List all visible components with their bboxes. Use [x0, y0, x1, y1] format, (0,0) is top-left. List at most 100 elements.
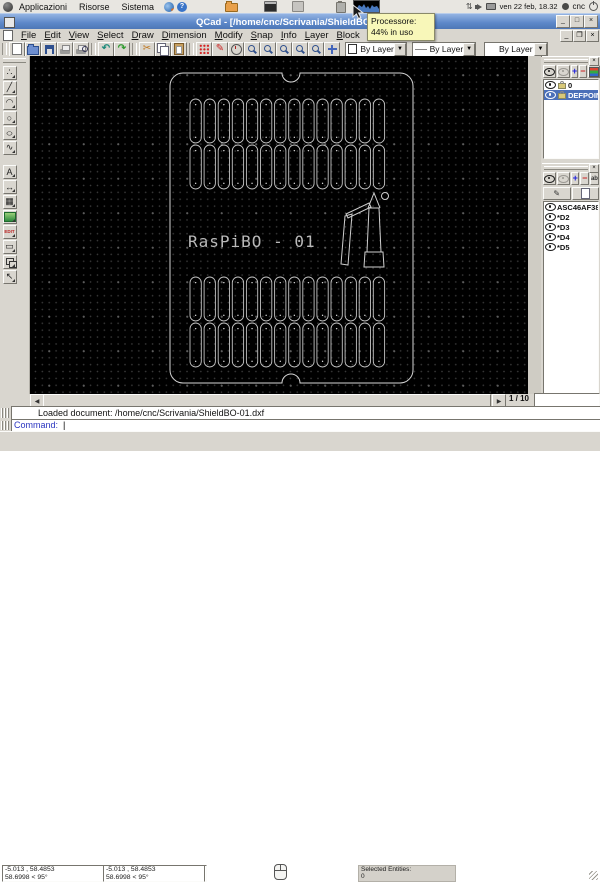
block-row-D4[interactable]: *D4	[544, 232, 598, 242]
block-row-D3[interactable]: *D3	[544, 222, 598, 232]
width-combo[interactable]: By Layer ▼	[412, 41, 476, 57]
block-row-D2[interactable]: *D2	[544, 212, 598, 222]
terminal-launcher-icon[interactable]	[264, 1, 278, 12]
draw-points-button[interactable]: ∴	[2, 65, 17, 80]
draw-splines-button[interactable]: ∿	[2, 140, 17, 155]
trash-icon[interactable]	[336, 0, 347, 13]
maximize-button[interactable]: □	[570, 15, 584, 28]
edit-block-button[interactable]: ✎	[543, 187, 571, 200]
eye-icon[interactable]	[545, 81, 556, 89]
distro-logo-icon[interactable]	[3, 1, 13, 12]
eye-icon[interactable]	[545, 213, 556, 221]
menu-info[interactable]: Info	[277, 30, 301, 41]
undo-button[interactable]: ↶	[98, 41, 114, 57]
add-block-button[interactable]: +	[571, 172, 580, 185]
close-icon[interactable]: ×	[589, 164, 599, 173]
rename-block-button[interactable]: ab	[589, 172, 599, 185]
dock-handle[interactable]	[1, 421, 9, 430]
chevron-down-icon[interactable]: ▼	[534, 42, 547, 56]
zoom-window-button[interactable]	[308, 41, 324, 57]
firefox-launcher-icon[interactable]	[164, 1, 175, 12]
block-row-D5[interactable]: *D5	[544, 242, 598, 252]
draw-circles-button[interactable]: ○	[2, 110, 17, 125]
palette-handle[interactable]	[3, 58, 26, 63]
redraw-button[interactable]	[228, 41, 244, 57]
drawing-canvas[interactable]: RasPiBO - 01	[30, 56, 528, 394]
applications-menu[interactable]: Applicazioni	[13, 2, 73, 12]
layer-row-DEFPOINTS[interactable]: DEFPOINTS	[544, 90, 598, 100]
block-panel-titlebar[interactable]: ×	[542, 163, 600, 173]
menu-view[interactable]: View	[65, 30, 93, 41]
select-tools-button[interactable]: ↖	[2, 269, 17, 284]
file-manager-icon[interactable]	[225, 1, 239, 12]
close-icon[interactable]: ×	[589, 57, 599, 66]
menu-block[interactable]: Block	[333, 30, 364, 41]
menu-select[interactable]: Select	[93, 30, 127, 41]
app-window-icon[interactable]	[292, 1, 305, 12]
draw-hatch-button[interactable]: ▦	[2, 194, 17, 209]
hide-all-blocks-button[interactable]	[557, 172, 570, 185]
mail-icon[interactable]	[485, 3, 496, 10]
edit-layer-button[interactable]	[587, 65, 600, 78]
paste-button[interactable]	[171, 41, 187, 57]
draw-dimensions-button[interactable]: ↔	[2, 179, 17, 194]
vertical-scrollbar[interactable]: ▲ ▼	[528, 56, 541, 394]
power-icon[interactable]	[589, 1, 598, 11]
draw-text-button[interactable]: A	[2, 164, 17, 179]
help-launcher-icon[interactable]: ?	[177, 1, 188, 12]
hide-all-layers-button[interactable]	[557, 65, 570, 78]
lock-icon[interactable]	[558, 81, 566, 89]
volume-icon[interactable]	[474, 3, 482, 10]
zoom-auto-button[interactable]	[276, 41, 292, 57]
cut-button[interactable]: ✂	[139, 41, 155, 57]
menu-dimension[interactable]: Dimension	[158, 30, 211, 41]
network-icon[interactable]: ⇅	[466, 2, 473, 12]
grid-toggle-button[interactable]	[196, 41, 212, 57]
insert-block-button[interactable]	[571, 187, 599, 200]
layer-panel-titlebar[interactable]: ×	[542, 56, 600, 66]
color-combo[interactable]: By Layer ▼	[345, 41, 407, 57]
menu-edit[interactable]: Edit	[40, 30, 64, 41]
pan-button[interactable]	[324, 41, 340, 57]
menu-draw[interactable]: Draw	[128, 30, 158, 41]
zoom-previous-button[interactable]	[292, 41, 308, 57]
layer-row-0[interactable]: 0	[544, 80, 598, 90]
mdi-close-button[interactable]: ×	[586, 30, 599, 42]
draw-lines-button[interactable]: ╱	[2, 80, 17, 95]
edit-tools-button[interactable]: EDIT	[2, 224, 17, 239]
insert-image-button[interactable]	[2, 209, 17, 224]
menu-layer[interactable]: Layer	[301, 30, 333, 41]
chevron-down-icon[interactable]: ▼	[393, 42, 406, 56]
system-menu[interactable]: Sistema	[116, 2, 161, 12]
mdi-minimize-button[interactable]: _	[560, 30, 573, 42]
print-preview-button[interactable]	[73, 41, 89, 57]
user-name[interactable]: cnc	[573, 2, 585, 11]
style-combo[interactable]: By Layer ▼	[484, 41, 548, 57]
draw-rectangles-button[interactable]: ▭	[2, 239, 17, 254]
lock-icon[interactable]	[558, 91, 566, 99]
window-titlebar[interactable]: QCad - [/home/cnc/Scrivania/ShieldBO-01.…	[0, 13, 600, 30]
remove-layer-button[interactable]: −	[579, 65, 587, 78]
eye-icon[interactable]	[545, 243, 556, 251]
remove-block-button[interactable]: −	[580, 172, 589, 185]
minimize-button[interactable]: _	[556, 15, 570, 28]
menu-modify[interactable]: Modify	[211, 30, 247, 41]
eye-icon[interactable]	[545, 223, 556, 231]
close-button[interactable]: ×	[584, 15, 598, 28]
menu-snap[interactable]: Snap	[247, 30, 277, 41]
open-document-button[interactable]	[25, 41, 41, 57]
clock[interactable]: ven 22 feb, 18.32	[500, 2, 558, 11]
show-all-layers-button[interactable]	[543, 65, 556, 78]
mdi-restore-button[interactable]: ❐	[573, 30, 586, 42]
resize-grip[interactable]	[589, 871, 598, 880]
block-row-ASC46AF38E9[interactable]: ASC46AF38E9	[544, 202, 598, 212]
eye-icon[interactable]	[545, 91, 556, 99]
chevron-down-icon[interactable]: ▼	[463, 42, 475, 56]
draft-mode-button[interactable]: ✎	[212, 41, 228, 57]
zoom-out-button[interactable]	[260, 41, 276, 57]
menu-file[interactable]: File	[17, 30, 40, 41]
add-layer-button[interactable]: +	[571, 65, 579, 78]
print-button[interactable]	[57, 41, 73, 57]
eye-icon[interactable]	[545, 203, 556, 211]
show-all-blocks-button[interactable]	[543, 172, 556, 185]
